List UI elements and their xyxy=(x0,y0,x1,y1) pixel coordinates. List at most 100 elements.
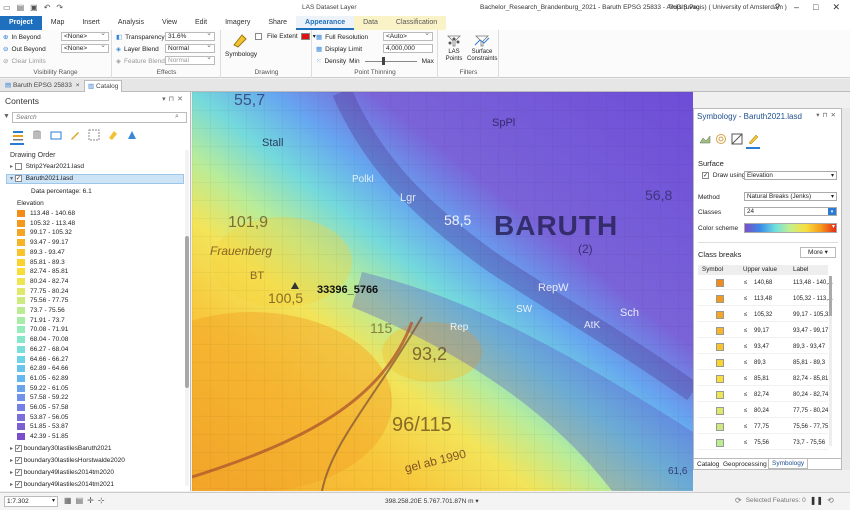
grid-icon[interactable]: ▦ xyxy=(64,496,72,505)
class-symbol[interactable] xyxy=(716,311,724,319)
class-label[interactable]: 75,56 - 77,75 xyxy=(793,420,828,434)
tab-map[interactable]: Map xyxy=(42,16,74,30)
draw-using-checkbox[interactable]: ✓ xyxy=(702,172,709,179)
legend-item[interactable]: 73.7 - 75.56 xyxy=(17,307,65,314)
close-icon[interactable]: ✕ xyxy=(832,2,840,13)
edit-icon[interactable] xyxy=(69,129,81,141)
layer-row-selected[interactable]: ▾ ✓ Baruth2021.lasd xyxy=(6,174,184,184)
filter-icon[interactable]: ▼ xyxy=(3,113,10,120)
file-extent-checkbox[interactable] xyxy=(255,33,262,40)
points-tab-icon[interactable] xyxy=(747,133,759,145)
full-resolution-dropdown[interactable]: <Auto> xyxy=(383,30,433,41)
labeling-icon[interactable] xyxy=(107,129,119,141)
tab-project[interactable]: Project xyxy=(0,16,42,30)
save-icon[interactable]: ▣ xyxy=(30,3,38,12)
legend-item[interactable]: 105.32 - 113.48 xyxy=(17,219,75,227)
contour-tab-icon[interactable] xyxy=(715,133,727,145)
class-break-row[interactable]: ≤75,56 73,7 - 75,56 xyxy=(698,436,828,450)
class-upper-value[interactable]: 113,48 xyxy=(754,292,772,306)
more-button[interactable]: More ▾ xyxy=(800,247,836,258)
draw-using-dropdown[interactable]: Elevation ▾ xyxy=(744,171,837,180)
legend-item[interactable]: 93.47 - 99.17 xyxy=(17,239,68,246)
pin-icon[interactable]: ⊓ xyxy=(169,96,177,103)
map-view[interactable]: BARUTH 55,7 101,9 58,5 56,8 100,5 93,2 9… xyxy=(192,92,693,491)
tab-imagery[interactable]: Imagery xyxy=(216,16,259,30)
class-label[interactable]: 80,24 - 82,74 xyxy=(793,388,828,402)
tab-edit[interactable]: Edit xyxy=(186,16,216,30)
legend-item[interactable]: 80.24 - 82.74 xyxy=(17,277,68,285)
chevron-down-icon[interactable]: ▾ xyxy=(475,498,478,505)
class-label[interactable]: 113,48 - 140,... xyxy=(793,276,833,290)
class-break-row[interactable]: ≤85,81 82,74 - 85,81 xyxy=(698,372,828,386)
tab-symbology[interactable]: Symbology xyxy=(768,459,809,469)
doc-tab-catalog[interactable]: ▥ Catalog xyxy=(84,80,123,92)
tab-insert[interactable]: Insert xyxy=(73,16,109,30)
tab-classification[interactable]: Classification xyxy=(386,16,447,30)
class-upper-value[interactable]: 80,24 xyxy=(754,404,769,418)
class-label[interactable]: 82,74 - 85,81 xyxy=(793,372,828,386)
class-break-row[interactable]: ≤105,32 99,17 - 105,32 xyxy=(698,308,832,322)
class-symbol[interactable] xyxy=(716,391,724,399)
class-label[interactable]: 73,7 - 75,56 xyxy=(793,436,825,450)
density-slider-thumb[interactable] xyxy=(381,56,385,65)
layer-checkbox[interactable]: ✓ xyxy=(14,457,22,464)
out-beyond-dropdown[interactable]: <None> xyxy=(61,42,109,53)
layer-row[interactable]: ▸ Strip2Year2021.lasd xyxy=(10,163,84,170)
table-scrollbar[interactable] xyxy=(829,276,832,446)
color-scheme-dropdown[interactable]: ▾ xyxy=(744,223,837,233)
scrollbar-thumb[interactable] xyxy=(829,276,832,316)
tab-share[interactable]: Share xyxy=(259,16,296,30)
layer-checkbox[interactable]: ✓ xyxy=(14,175,22,182)
redo-icon[interactable]: ↷ xyxy=(56,3,63,12)
class-symbol[interactable] xyxy=(716,407,724,415)
maximize-icon[interactable]: □ xyxy=(813,2,818,13)
legend-item[interactable]: 77.75 - 80.24 xyxy=(17,287,68,295)
tab-appearance[interactable]: Appearance xyxy=(296,16,355,30)
class-break-row[interactable]: ≤140,68 113,48 - 140,... xyxy=(698,276,833,290)
legend-item[interactable]: 82.74 - 85.81 xyxy=(17,268,68,275)
class-upper-value[interactable]: 75,56 xyxy=(754,436,769,450)
class-symbol[interactable] xyxy=(716,375,724,383)
layer-row[interactable]: ▸ ✓ boundary49lastiles2014tm2020 xyxy=(10,469,114,476)
legend-item[interactable]: 57.58 - 59.22 xyxy=(17,394,68,402)
minimize-icon[interactable]: – xyxy=(794,2,799,13)
legend-item[interactable]: 59.22 - 61.05 xyxy=(17,384,68,392)
class-upper-value[interactable]: 82,74 xyxy=(754,388,769,402)
legend-item[interactable]: 68.04 - 70.08 xyxy=(17,336,68,343)
legend-item[interactable]: 70.08 - 71.91 xyxy=(17,326,68,334)
classes-field[interactable]: 24 ▾ xyxy=(744,207,837,216)
search-input[interactable]: Search xyxy=(12,112,187,123)
class-upper-value[interactable]: 85,81 xyxy=(754,372,769,386)
file-extent-color[interactable] xyxy=(300,33,310,40)
clear-limits-button[interactable]: Clear Limits xyxy=(11,58,45,65)
tab-geoprocessing[interactable]: Geoprocessing xyxy=(723,461,767,468)
refresh-icon[interactable]: ⟲ xyxy=(827,496,834,506)
help-icon[interactable]: ? xyxy=(775,2,780,13)
layer-row[interactable]: ▸ ✓ boundary30lastilesHorstwalde2020 xyxy=(10,457,125,464)
legend-item[interactable]: 64.66 - 66.27 xyxy=(17,355,68,363)
class-symbol[interactable] xyxy=(716,279,724,287)
class-break-row[interactable]: ≤99,17 93,47 - 99,17 xyxy=(698,324,828,338)
contents-scrollbar[interactable] xyxy=(185,150,189,486)
layer-checkbox[interactable]: ✓ xyxy=(14,445,22,452)
class-symbol[interactable] xyxy=(716,439,724,447)
class-break-row[interactable]: ≤82,74 80,24 - 82,74 xyxy=(698,388,828,402)
layer-checkbox[interactable]: ✓ xyxy=(14,469,22,476)
tab-view[interactable]: View xyxy=(153,16,186,30)
user-account[interactable]: Thijs (uvagis) ( University of Amsterdam… xyxy=(668,4,787,11)
close-icon[interactable]: ✕ xyxy=(177,96,186,103)
layer-blend-dropdown[interactable]: Normal xyxy=(165,42,215,53)
tab-data[interactable]: Data xyxy=(354,16,387,30)
legend-item[interactable]: 89.3 - 93.47 xyxy=(17,248,65,256)
legend-item[interactable]: 53.87 - 56.05 xyxy=(17,413,68,421)
class-label[interactable]: 99,17 - 105,32 xyxy=(793,308,832,322)
transparency-field[interactable]: 31.6% xyxy=(165,30,215,41)
surface-constraints-button[interactable]: Surface Constraints xyxy=(467,33,497,63)
class-break-row[interactable]: ≤93,47 89,3 - 93,47 xyxy=(698,340,828,354)
search-icon[interactable]: ⌕ xyxy=(175,113,179,121)
tab-analysis[interactable]: Analysis xyxy=(109,16,153,30)
new-icon[interactable]: ▭ xyxy=(3,3,11,12)
layer-checkbox[interactable]: ✓ xyxy=(14,481,22,488)
legend-item[interactable]: 99.17 - 105.32 xyxy=(17,229,72,237)
class-symbol[interactable] xyxy=(716,423,724,431)
